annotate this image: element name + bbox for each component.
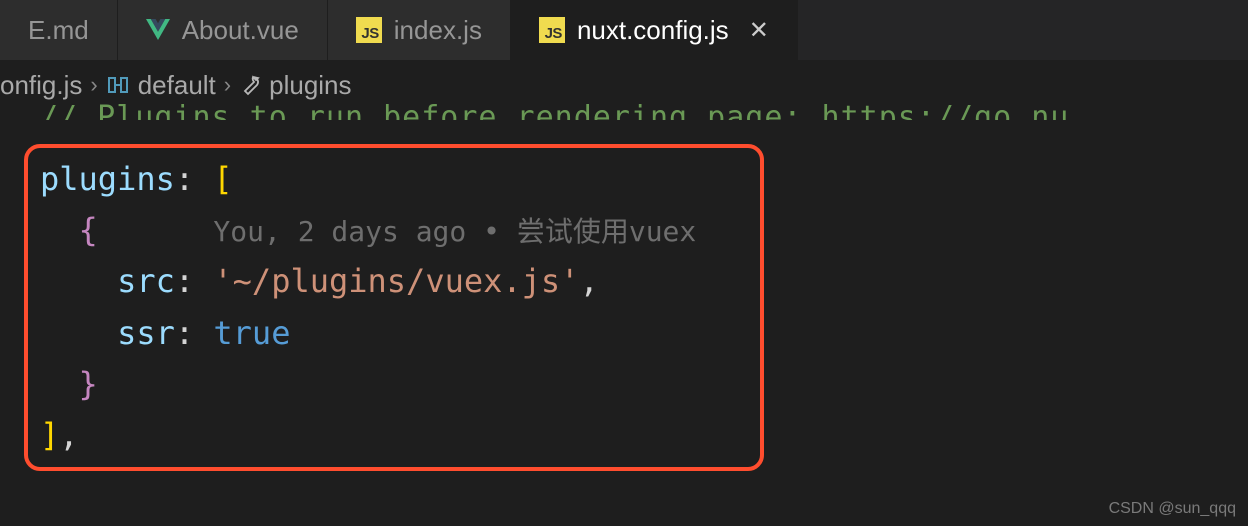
watermark: CSDN @sun_qqq bbox=[1109, 500, 1236, 518]
tab-label: nuxt.config.js bbox=[577, 15, 729, 46]
code-line: } bbox=[40, 359, 748, 410]
code-comment-line: // Plugins to run before rendering page:… bbox=[0, 94, 1248, 120]
module-icon bbox=[106, 75, 130, 95]
vue-icon bbox=[146, 19, 170, 41]
tab-label: index.js bbox=[394, 15, 482, 46]
highlighted-code-block: plugins: [ { You, 2 days ago • 尝试使用vuex … bbox=[24, 144, 764, 471]
editor-tabs: E.md About.vue JS index.js JS nuxt.confi… bbox=[0, 0, 1248, 60]
code-line: ssr: true bbox=[40, 308, 748, 359]
wrench-icon bbox=[239, 74, 261, 96]
tab-label: About.vue bbox=[182, 15, 299, 46]
git-blame-annotation: You, 2 days ago • 尝试使用vuex bbox=[213, 215, 696, 248]
code-line: plugins: [ bbox=[40, 154, 748, 205]
code-line: { You, 2 days ago • 尝试使用vuex bbox=[40, 205, 748, 256]
js-icon: JS bbox=[539, 17, 565, 43]
tab-index-js[interactable]: JS index.js bbox=[328, 0, 511, 60]
tab-nuxt-config[interactable]: JS nuxt.config.js ✕ bbox=[511, 0, 798, 60]
tab-label: E.md bbox=[28, 15, 89, 46]
code-line: ], bbox=[40, 410, 748, 461]
code-editor[interactable]: // Plugins to run before rendering page:… bbox=[0, 110, 1248, 471]
tab-about-vue[interactable]: About.vue bbox=[118, 0, 328, 60]
close-icon[interactable]: ✕ bbox=[749, 16, 769, 45]
code-line: src: '~/plugins/vuex.js', bbox=[40, 256, 748, 307]
js-icon: JS bbox=[356, 17, 382, 43]
tab-readme[interactable]: E.md bbox=[0, 0, 118, 60]
